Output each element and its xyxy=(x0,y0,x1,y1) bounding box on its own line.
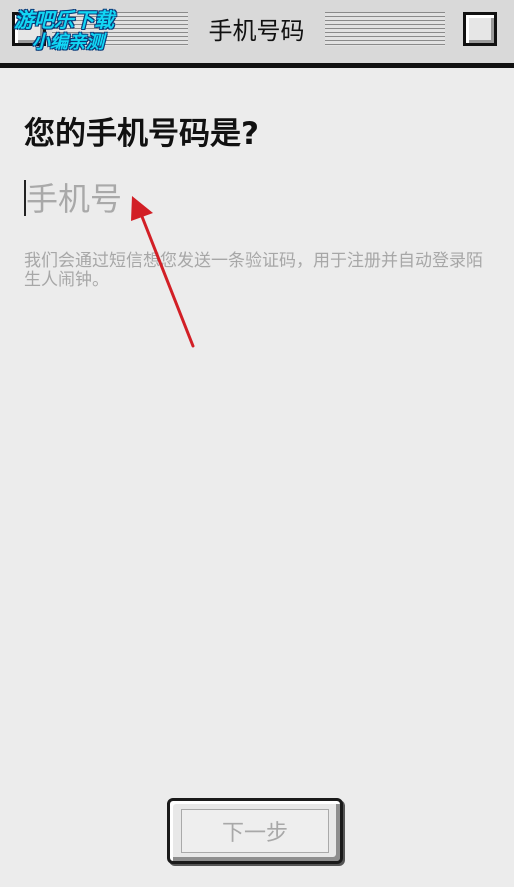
annotation-arrow-icon xyxy=(131,196,195,348)
next-step-button[interactable]: 下一步 xyxy=(167,798,343,864)
next-step-label: 下一步 xyxy=(181,809,329,853)
